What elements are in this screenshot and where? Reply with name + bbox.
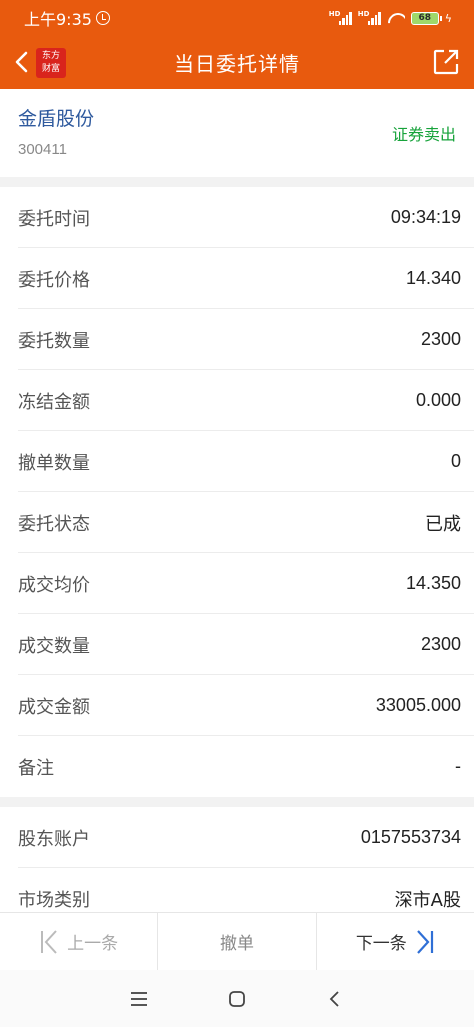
back-nav-icon[interactable] [323, 987, 347, 1011]
prev-order-button[interactable]: 上一条 [0, 913, 157, 970]
detail-row-remark: 备注 - [18, 756, 461, 779]
detail-row-shareholder-account: 股东账户 0157553734 [0, 807, 474, 868]
section-divider [0, 797, 474, 807]
first-page-icon [41, 929, 57, 954]
order-details-list: 委托时间 09:34:19 委托价格 14.340 委托数量 2300 冻结金额… [0, 187, 474, 797]
system-nav-bar [0, 970, 474, 1027]
order-direction: 证券卖出 [391, 125, 456, 144]
detail-row-fill-amount: 成交金额 33005.000 [0, 675, 474, 736]
account-details-list: 股东账户 0157553734 市场类别 深市A股 [0, 807, 474, 929]
menu-icon[interactable] [127, 987, 151, 1011]
detail-row-frozen-amount: 冻结金额 0.000 [0, 370, 474, 431]
app-logo[interactable]: 东方 财富 [36, 48, 66, 78]
detail-row-order-time: 委托时间 09:34:19 [0, 187, 474, 248]
detail-row-order-price: 委托价格 14.340 [0, 248, 474, 309]
page-title: 当日委托详情 [174, 52, 300, 76]
stock-header: 金盾股份 300411 证券卖出 [0, 89, 474, 177]
next-order-button[interactable]: 下一条 [315, 913, 474, 970]
detail-row-fill-quantity: 成交数量 2300 [0, 614, 474, 675]
detail-row-order-quantity: 委托数量 2300 [0, 309, 474, 370]
battery-icon: 68 [410, 11, 442, 25]
signal-icon-2: HD [358, 10, 381, 25]
section-divider [0, 177, 474, 187]
share-icon[interactable] [432, 48, 460, 76]
navbar: 东方 财富 当日委托详情 [0, 36, 474, 89]
home-icon[interactable] [225, 987, 249, 1011]
stock-code: 300411 [18, 141, 67, 158]
bottom-action-bar: 上一条 撤单 下一条 [0, 912, 474, 970]
detail-row-avg-fill-price: 成交均价 14.350 [0, 553, 474, 614]
alarm-icon [95, 11, 110, 25]
detail-row-cancel-quantity: 撤单数量 0 [0, 431, 474, 492]
status-time: 上午9:35 [24, 10, 92, 29]
detail-row-order-status: 委托状态 已成 [0, 492, 474, 553]
status-bar: 上午9:35 HD HD 68 ϟ [0, 0, 474, 36]
signal-icon: HD [329, 10, 352, 25]
cancel-order-button[interactable]: 撤单 [157, 913, 315, 970]
stock-name[interactable]: 金盾股份 [18, 104, 456, 131]
app-header: 上午9:35 HD HD 68 ϟ 东方 财富 当日委托详情 [0, 0, 474, 89]
back-icon[interactable] [12, 50, 32, 74]
charging-icon: ϟ [444, 11, 452, 25]
wifi-icon [387, 12, 405, 24]
last-page-icon [416, 929, 433, 954]
